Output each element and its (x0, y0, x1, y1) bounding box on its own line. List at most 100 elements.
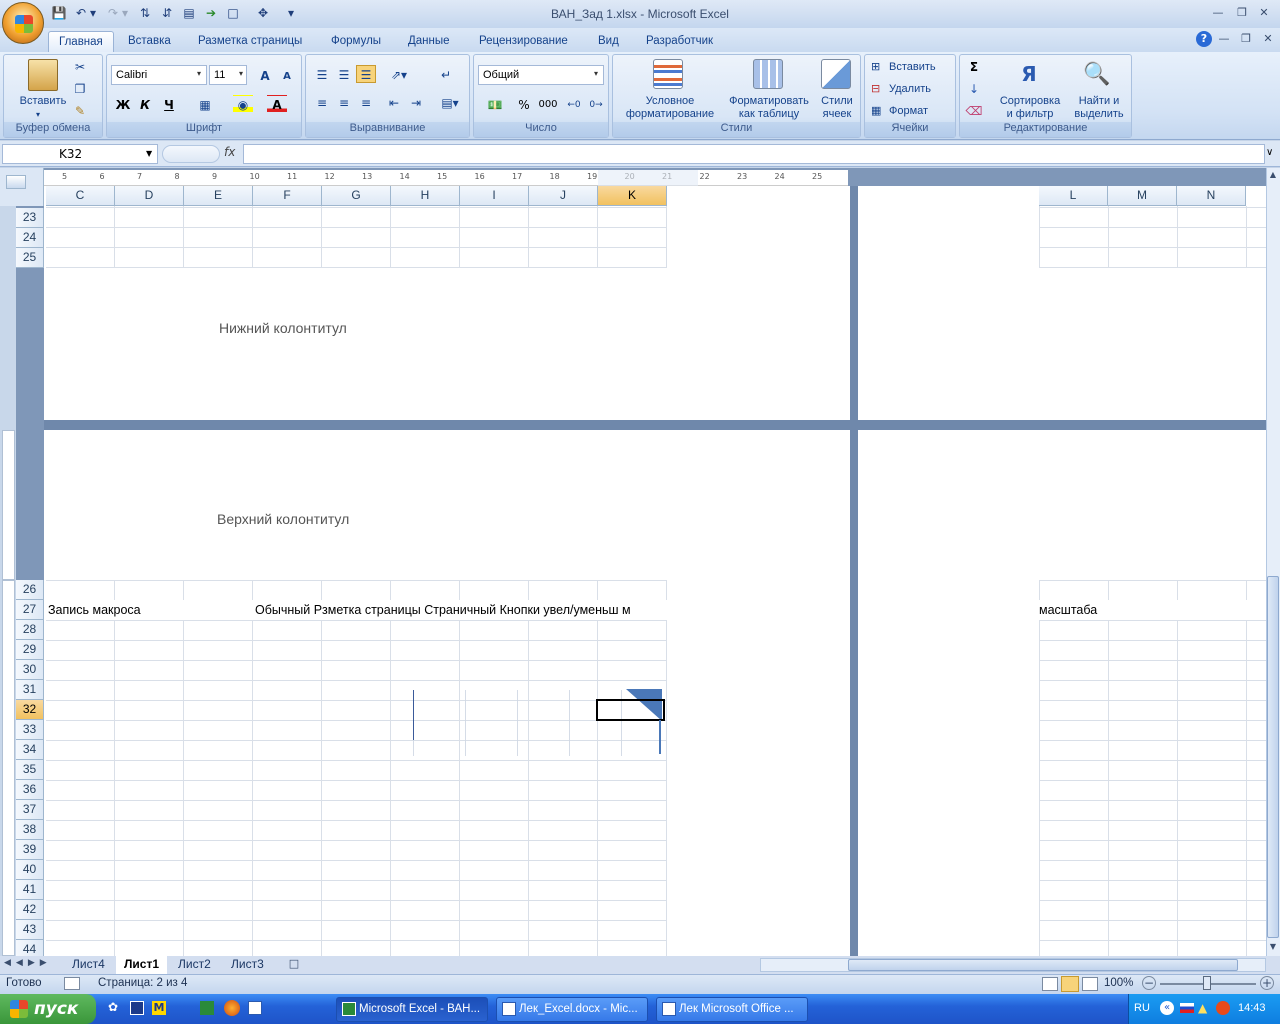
quicklaunch-icon-2[interactable] (130, 1001, 144, 1015)
zoom-level[interactable]: 100% (1104, 977, 1133, 989)
cell-l27[interactable]: масштаба (1039, 603, 1109, 617)
font-color-icon[interactable]: A (267, 95, 287, 113)
flag-icon[interactable] (1180, 1003, 1194, 1013)
scroll-thumb[interactable] (1267, 576, 1279, 938)
sort-filter-line1[interactable]: Сортировка (994, 95, 1066, 108)
align-top-icon[interactable]: ☰ (312, 65, 332, 83)
copy-icon[interactable]: ❐ (70, 79, 90, 97)
tab-view[interactable]: Вид (588, 31, 629, 52)
column-header-k[interactable]: K (598, 186, 667, 206)
tab-developer[interactable]: Разработчик (636, 31, 723, 52)
row-header-24[interactable]: 24 (16, 228, 44, 248)
page-layout-view-icon[interactable] (1061, 976, 1079, 992)
macro-record-icon[interactable] (64, 977, 80, 990)
fill-icon[interactable]: ↓ (964, 79, 984, 97)
tab-home[interactable]: Главная (48, 31, 114, 52)
grow-font-icon[interactable]: A (255, 66, 275, 84)
quicklaunch-firefox-icon[interactable] (224, 1000, 240, 1016)
row-header-40[interactable]: 40 (16, 860, 44, 880)
column-header-m[interactable]: M (1108, 186, 1177, 206)
conditional-format-icon[interactable] (653, 59, 683, 89)
fill-color-icon[interactable]: ◉ (233, 95, 253, 113)
conditional-format-line2[interactable]: форматирование (615, 108, 725, 121)
scroll-down-icon[interactable]: ▼ (1267, 942, 1279, 954)
sheet-nav-icons[interactable]: ◀◀▶▶ (4, 958, 52, 968)
font-name-combo[interactable]: Calibri (111, 65, 207, 85)
quicklaunch-excel-icon[interactable] (200, 1001, 214, 1015)
cell-c27[interactable]: Запись макроса (48, 603, 141, 617)
language-indicator[interactable]: RU (1134, 1002, 1150, 1014)
sheet-tab-list3[interactable]: Лист3 (223, 956, 272, 974)
row-header-34[interactable]: 34 (16, 740, 44, 760)
tray-collapse-icon[interactable]: « (1160, 1001, 1174, 1015)
row-header-35[interactable]: 35 (16, 760, 44, 780)
italic-button[interactable]: К (135, 95, 155, 113)
insert-cells-button[interactable]: Вставить (889, 61, 936, 74)
column-header-i[interactable]: I (460, 186, 529, 206)
insert-cells-icon[interactable]: ⊞ (871, 60, 880, 73)
fill-handle-line[interactable] (659, 720, 661, 754)
column-header-e[interactable]: E (184, 186, 253, 206)
row-header-39[interactable]: 39 (16, 840, 44, 860)
tab-data[interactable]: Данные (398, 31, 460, 52)
zoom-slider-thumb[interactable] (1203, 976, 1211, 990)
office-button[interactable] (2, 2, 44, 44)
format-cells-icon[interactable]: ▦ (871, 104, 881, 117)
tray-app-icon[interactable] (1216, 1001, 1230, 1015)
column-header-g[interactable]: G (322, 186, 391, 206)
wrap-text-icon[interactable]: ↵ (436, 65, 456, 83)
cell-styles-line1[interactable]: Стили (817, 95, 857, 108)
column-header-l[interactable]: L (1039, 186, 1108, 206)
column-header-n[interactable]: N (1177, 186, 1246, 206)
row-header-32[interactable]: 32 (16, 700, 44, 720)
align-middle-icon[interactable]: ☰ (334, 65, 354, 83)
underline-button[interactable]: Ч (159, 95, 179, 113)
increase-decimal-icon[interactable]: ←0 (564, 95, 584, 113)
doc-close-icon[interactable]: ✕ (1260, 32, 1276, 46)
number-format-combo[interactable]: Общий (478, 65, 604, 85)
horizontal-scroll-thumb[interactable] (848, 959, 1238, 971)
column-header-j[interactable]: J (529, 186, 598, 206)
decrease-decimal-icon[interactable]: 0→ (586, 95, 606, 113)
format-as-table-icon[interactable] (753, 59, 783, 89)
delete-cells-icon[interactable]: ⊟ (871, 82, 880, 95)
page-break-view-icon[interactable] (1082, 977, 1098, 991)
percent-button[interactable]: % (514, 95, 534, 113)
format-painter-icon[interactable]: ✎ (70, 101, 90, 119)
tab-insert[interactable]: Вставка (118, 31, 181, 52)
paste-button[interactable]: Вставить (10, 95, 76, 108)
align-center-icon[interactable]: ≡ (334, 93, 354, 111)
row-header-43[interactable]: 43 (16, 920, 44, 940)
format-as-table-line2[interactable]: как таблицу (721, 108, 817, 121)
row-header-23[interactable]: 23 (16, 208, 44, 228)
number-format-dropdown-icon[interactable]: ▾ (594, 69, 598, 78)
font-size-dropdown-icon[interactable]: ▾ (239, 69, 243, 78)
tab-review[interactable]: Рецензирование (469, 31, 578, 52)
column-header-d[interactable]: D (115, 186, 184, 206)
insert-sheet-icon[interactable]: □ (284, 957, 304, 972)
formula-input[interactable] (243, 144, 1265, 164)
find-select-line2[interactable]: выделить (1068, 108, 1130, 121)
active-cell-k32[interactable] (596, 699, 665, 721)
sheet-tab-list2[interactable]: Лист2 (170, 956, 219, 974)
sort-filter-line2[interactable]: и фильтр (994, 108, 1066, 121)
help-icon[interactable]: ? (1196, 31, 1212, 47)
align-left-icon[interactable]: ≡ (312, 93, 332, 111)
expand-formula-bar-icon[interactable]: ∨ (1266, 147, 1273, 158)
taskbar-excel[interactable]: Microsoft Excel - ВАН... (336, 997, 488, 1022)
row-header-31[interactable]: 31 (16, 680, 44, 700)
footer-text[interactable]: Нижний колонтитул (219, 320, 347, 336)
paste-dropdown-icon[interactable]: ▾ (36, 110, 40, 119)
align-bottom-icon[interactable]: ☰ (356, 65, 376, 83)
row-header-29[interactable]: 29 (16, 640, 44, 660)
quicklaunch-word-icon[interactable] (248, 1001, 262, 1015)
row-header-36[interactable]: 36 (16, 780, 44, 800)
align-right-icon[interactable]: ≡ (356, 93, 376, 111)
tab-page-layout[interactable]: Разметка страницы (188, 31, 312, 52)
warning-icon[interactable]: ▲ (1198, 1001, 1212, 1015)
find-select-icon[interactable]: 🔍 (1082, 61, 1112, 91)
currency-icon[interactable]: 💵 (480, 95, 510, 113)
taskbar-office[interactable]: Лек Microsoft Office ... (656, 997, 808, 1022)
restore-icon[interactable]: ❐ (1234, 6, 1250, 20)
column-header-f[interactable]: F (253, 186, 322, 206)
